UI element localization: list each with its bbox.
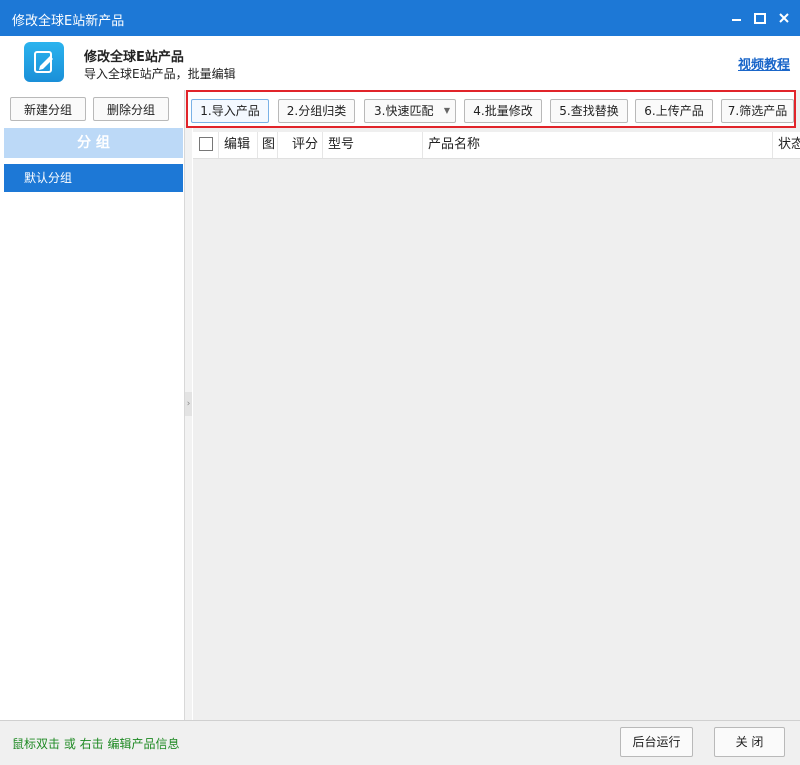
column-product-name[interactable]: 产品名称	[423, 132, 773, 158]
find-replace-button[interactable]: 5.查找替换	[550, 99, 628, 123]
product-grid-area: 1.导入产品 2.分组归类 3.快速匹配 ▼ 4.批量修改 5.查找替换 6.上…	[186, 90, 800, 720]
select-all-checkbox[interactable]	[199, 137, 213, 151]
quick-match-dropdown[interactable]: 3.快速匹配 ▼	[364, 99, 456, 123]
header-title: 修改全球E站产品	[84, 50, 184, 65]
new-group-button[interactable]: 新建分组	[10, 97, 86, 121]
close-window-button[interactable]	[776, 10, 792, 26]
edit-document-icon	[24, 42, 64, 82]
dropdown-arrow-icon: ▼	[443, 106, 450, 115]
batch-edit-button[interactable]: 4.批量修改	[464, 99, 542, 123]
app-header: 修改全球E站产品 导入全球E站产品，批量编辑 视频教程	[0, 36, 800, 90]
column-status[interactable]: 状态	[773, 132, 800, 158]
run-background-button[interactable]: 后台运行	[620, 727, 693, 757]
minimize-icon	[731, 19, 741, 21]
minimize-button[interactable]	[728, 10, 744, 26]
collapse-arrow-icon[interactable]: ›	[185, 392, 192, 416]
maximize-icon	[754, 13, 766, 24]
column-image[interactable]: 图	[258, 132, 278, 158]
column-rating[interactable]: 评分	[278, 132, 323, 158]
delete-group-button[interactable]: 删除分组	[93, 97, 169, 121]
close-icon	[779, 13, 789, 23]
panel-splitter[interactable]: ›	[185, 90, 192, 720]
app-window: 修改全球E站新产品 修改全球E站产品 导入全球E站产品，批量编辑 视频教程 新建…	[0, 0, 800, 765]
title-bar: 修改全球E站新产品	[0, 0, 800, 36]
maximize-button[interactable]	[752, 10, 768, 26]
usage-hint: 鼠标双击 或 右击 编辑产品信息	[12, 737, 180, 751]
group-list-header: 分 组	[4, 128, 183, 158]
group-item-default[interactable]: 默认分组	[4, 164, 183, 192]
column-model[interactable]: 型号	[323, 132, 423, 158]
column-edit[interactable]: 编辑	[219, 132, 258, 158]
video-tutorial-link[interactable]: 视频教程	[738, 54, 790, 73]
group-panel: 新建分组 删除分组 分 组 默认分组	[4, 90, 185, 720]
status-footer: 鼠标双击 或 右击 编辑产品信息 后台运行 关 闭	[0, 720, 800, 765]
action-toolbar: 1.导入产品 2.分组归类 3.快速匹配 ▼ 4.批量修改 5.查找替换 6.上…	[186, 90, 796, 128]
group-classify-button[interactable]: 2.分组归类	[278, 99, 355, 123]
filter-products-button[interactable]: 7.筛选产品	[721, 99, 794, 123]
header-subtitle: 导入全球E站产品，批量编辑	[84, 67, 236, 81]
close-button[interactable]: 关 闭	[714, 727, 785, 757]
window-title: 修改全球E站新产品	[12, 14, 125, 29]
upload-products-button[interactable]: 6.上传产品	[635, 99, 713, 123]
select-all-column	[193, 132, 219, 158]
grid-header-row: 编辑 图 评分 型号 产品名称 状态	[193, 132, 800, 159]
quick-match-label: 3.快速匹配	[374, 104, 434, 118]
import-products-button[interactable]: 1.导入产品	[191, 99, 269, 123]
